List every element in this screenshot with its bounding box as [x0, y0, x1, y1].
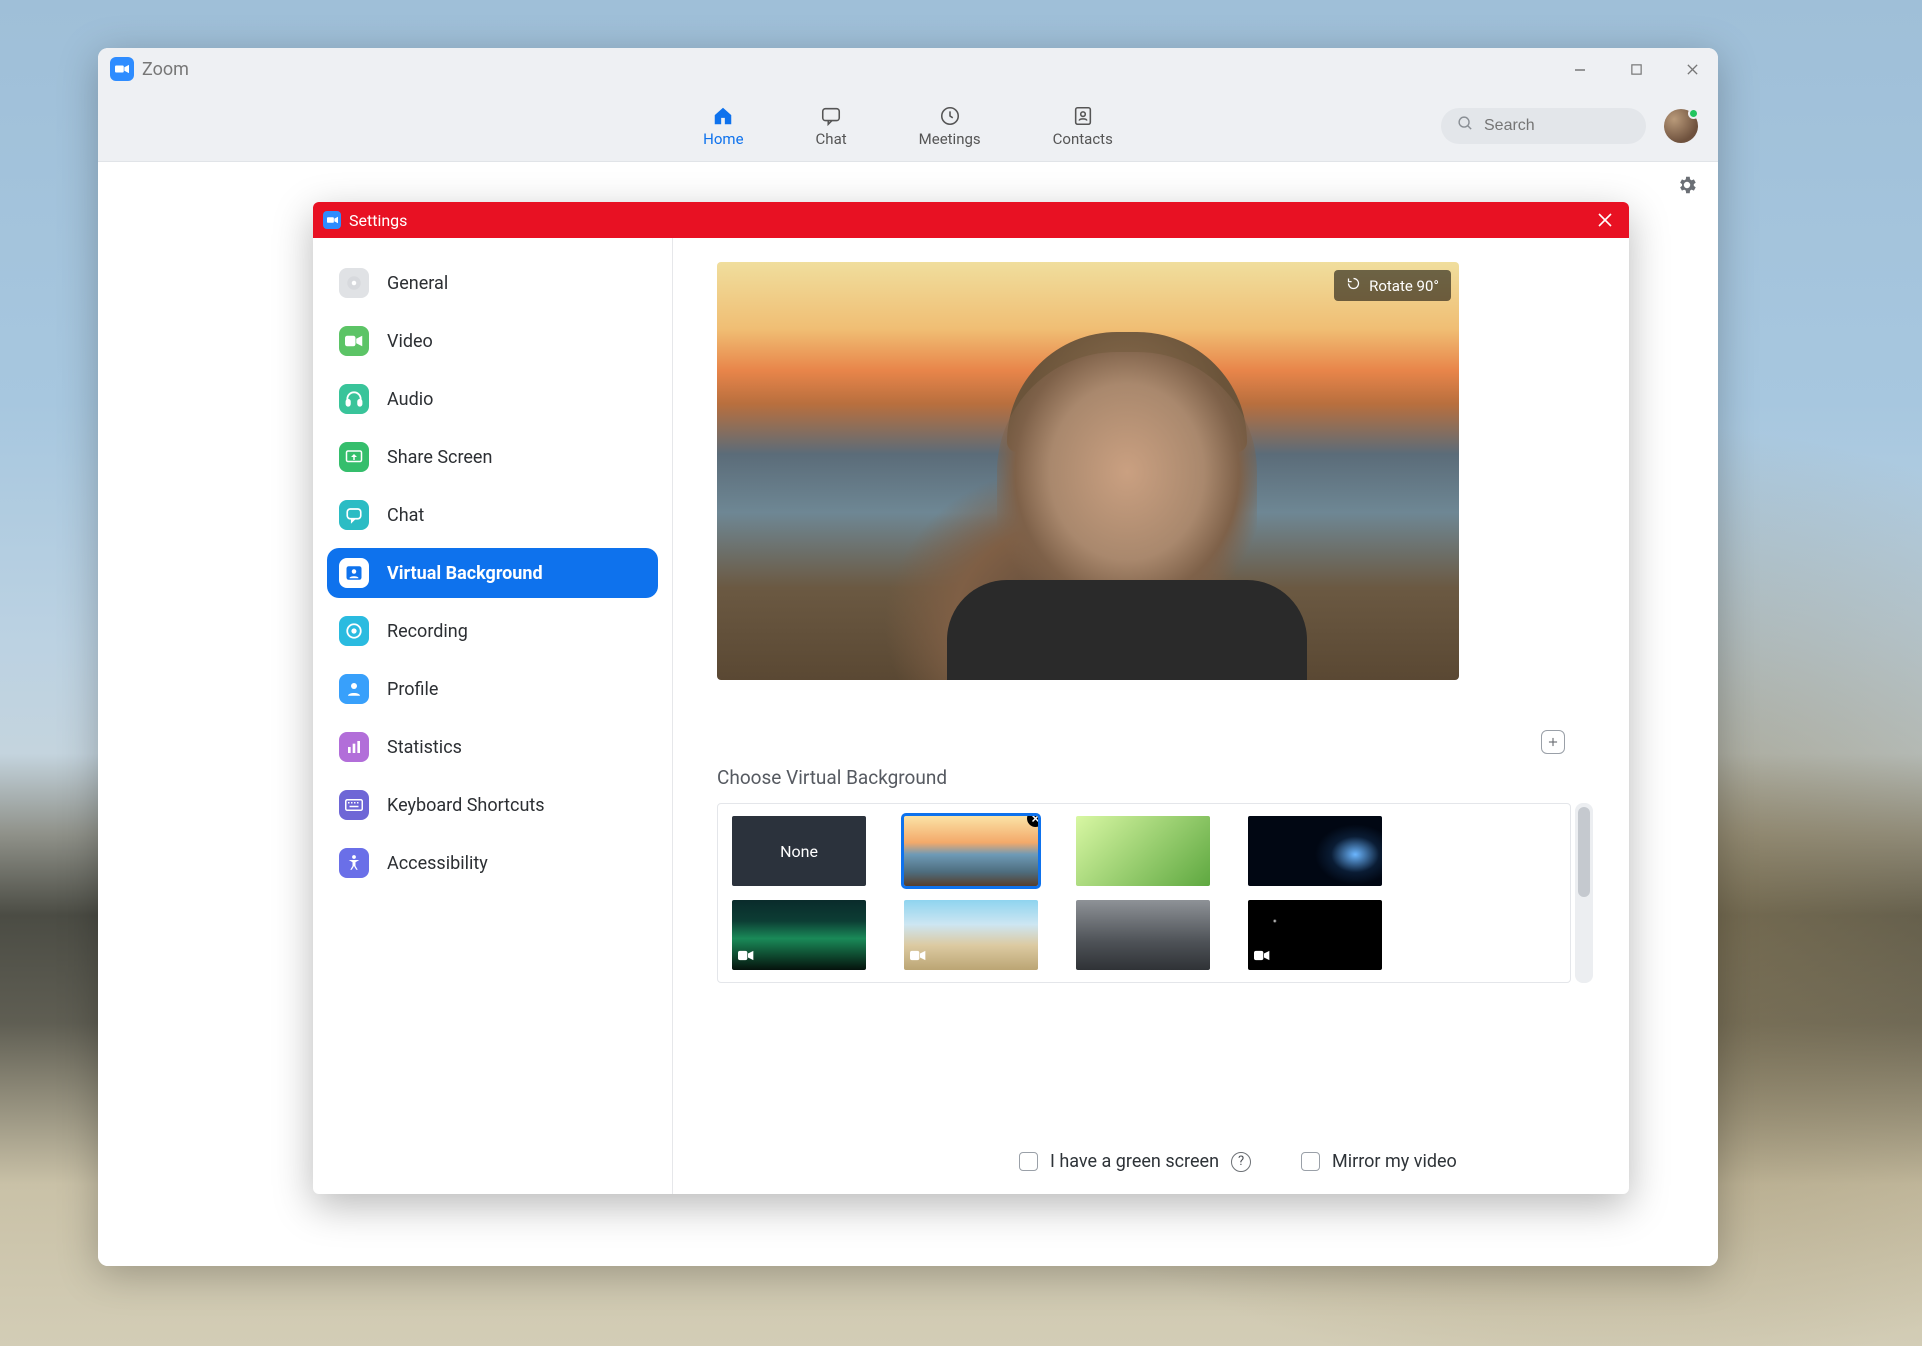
background-thumbnail-stars[interactable]	[1248, 900, 1382, 970]
portrait-icon	[339, 558, 369, 588]
sidebar-item-label: Share Screen	[387, 447, 492, 468]
user-icon	[339, 674, 369, 704]
settings-sidebar: General Video Audio Share Screen	[313, 238, 673, 1194]
sidebar-item-label: Profile	[387, 679, 438, 700]
sidebar-item-profile[interactable]: Profile	[327, 664, 658, 714]
sidebar-item-label: Audio	[387, 389, 433, 410]
chart-icon	[339, 732, 369, 762]
checkbox-icon	[1019, 1152, 1038, 1171]
app-title: Zoom	[142, 59, 189, 80]
video-icon	[339, 326, 369, 356]
record-icon	[339, 616, 369, 646]
nav-tab-contacts[interactable]: Contacts	[1053, 104, 1113, 148]
gear-icon	[339, 268, 369, 298]
nav-tab-meetings[interactable]: Meetings	[919, 104, 981, 148]
background-thumbnail-earth[interactable]	[1248, 816, 1382, 886]
background-grid: None	[717, 803, 1571, 983]
preview-person-placeholder	[947, 580, 1307, 680]
nav-tab-chat[interactable]: Chat	[816, 104, 847, 148]
contacts-icon	[1071, 104, 1095, 128]
nav-tab-label: Home	[703, 130, 743, 148]
mirror-video-checkbox[interactable]: Mirror my video	[1301, 1151, 1457, 1172]
search-input[interactable]	[1484, 117, 1630, 135]
remove-background-button[interactable]	[1027, 816, 1038, 827]
video-preview: Rotate 90°	[717, 262, 1459, 680]
sidebar-item-label: Statistics	[387, 737, 462, 758]
home-icon	[711, 104, 735, 128]
green-screen-checkbox[interactable]: I have a green screen ?	[1019, 1151, 1251, 1172]
sidebar-item-label: Chat	[387, 505, 424, 526]
desktop-wallpaper: Zoom Home	[0, 0, 1922, 1346]
background-thumbnail-hangar[interactable]	[1076, 900, 1210, 970]
rotate-icon	[1346, 276, 1361, 295]
sidebar-item-share-screen[interactable]: Share Screen	[327, 432, 658, 482]
share-screen-icon	[339, 442, 369, 472]
keyboard-icon	[339, 790, 369, 820]
sidebar-item-recording[interactable]: Recording	[327, 606, 658, 656]
search-box[interactable]	[1441, 108, 1646, 144]
user-avatar[interactable]	[1664, 109, 1698, 143]
settings-window: Settings General Video	[313, 202, 1629, 1194]
status-indicator-icon	[1688, 108, 1699, 119]
video-badge-icon	[1254, 946, 1270, 965]
settings-title: Settings	[349, 211, 407, 230]
sidebar-item-accessibility[interactable]: Accessibility	[327, 838, 658, 888]
clock-icon	[938, 104, 962, 128]
sidebar-item-label: Recording	[387, 621, 468, 642]
video-badge-icon	[910, 946, 926, 965]
zoom-logo-icon	[110, 57, 134, 81]
sidebar-item-audio[interactable]: Audio	[327, 374, 658, 424]
video-badge-icon	[738, 946, 754, 965]
sidebar-item-label: Keyboard Shortcuts	[387, 795, 545, 816]
none-label: None	[780, 842, 818, 861]
sidebar-item-virtual-background[interactable]: Virtual Background	[327, 548, 658, 598]
background-thumbnail-bridge[interactable]	[904, 816, 1038, 886]
sidebar-item-label: Video	[387, 331, 433, 352]
rotate-label: Rotate 90°	[1369, 277, 1439, 295]
settings-titlebar: Settings	[313, 202, 1629, 238]
sidebar-item-statistics[interactable]: Statistics	[327, 722, 658, 772]
background-thumbnail-beach[interactable]	[904, 900, 1038, 970]
checkbox-label: Mirror my video	[1332, 1151, 1457, 1172]
sidebar-item-general[interactable]: General	[327, 258, 658, 308]
nav-tab-label: Chat	[816, 130, 847, 148]
zoom-main-window: Zoom Home	[98, 48, 1718, 1266]
help-icon[interactable]: ?	[1231, 1152, 1251, 1172]
zoom-logo-icon	[323, 211, 341, 229]
rotate-button[interactable]: Rotate 90°	[1334, 270, 1451, 301]
choose-background-label: Choose Virtual Background	[717, 766, 947, 789]
accessibility-icon	[339, 848, 369, 878]
sidebar-item-label: Virtual Background	[387, 563, 543, 584]
checkbox-label: I have a green screen	[1050, 1151, 1219, 1172]
scrollbar-thumb[interactable]	[1578, 807, 1590, 897]
window-minimize-button[interactable]	[1566, 55, 1594, 83]
settings-gear-button[interactable]	[1676, 174, 1698, 200]
background-thumbnail-grass[interactable]	[1076, 816, 1210, 886]
settings-close-button[interactable]	[1591, 206, 1619, 234]
main-content: Settings General Video	[98, 162, 1718, 1266]
titlebar: Zoom	[98, 48, 1718, 90]
settings-main-panel: Rotate 90° Choose Virtual Background	[673, 238, 1629, 1194]
nav-tab-label: Meetings	[919, 130, 981, 148]
sidebar-item-label: General	[387, 273, 448, 294]
background-thumbnail-none[interactable]: None	[732, 816, 866, 886]
sidebar-item-video[interactable]: Video	[327, 316, 658, 366]
chat-icon	[819, 104, 843, 128]
nav-tab-home[interactable]: Home	[703, 104, 743, 148]
background-thumbnail-aurora[interactable]	[732, 900, 866, 970]
window-close-button[interactable]	[1678, 55, 1706, 83]
background-scrollbar[interactable]	[1575, 803, 1593, 983]
window-maximize-button[interactable]	[1622, 55, 1650, 83]
add-background-button[interactable]	[1541, 730, 1565, 754]
checkbox-icon	[1301, 1152, 1320, 1171]
sidebar-item-label: Accessibility	[387, 853, 488, 874]
headphones-icon	[339, 384, 369, 414]
nav-tab-label: Contacts	[1053, 130, 1113, 148]
sidebar-item-chat[interactable]: Chat	[327, 490, 658, 540]
sidebar-item-keyboard-shortcuts[interactable]: Keyboard Shortcuts	[327, 780, 658, 830]
top-nav: Home Chat Meetings	[98, 90, 1718, 162]
chat-bubble-icon	[339, 500, 369, 530]
search-icon	[1457, 115, 1474, 136]
